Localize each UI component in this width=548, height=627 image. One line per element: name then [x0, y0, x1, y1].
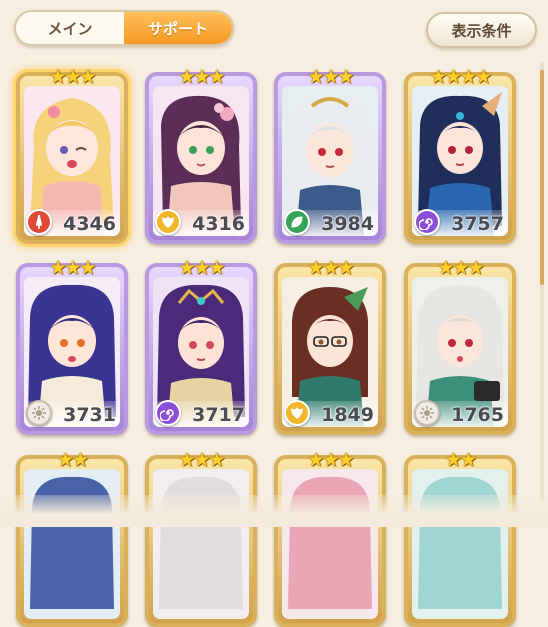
fire-sword-icon — [26, 209, 52, 235]
rarity-stars: ★★★ — [437, 257, 484, 279]
character-card[interactable]: ★★ — [16, 450, 128, 627]
card-stat-bar: 3717 — [153, 400, 249, 427]
character-portrait — [282, 469, 378, 619]
scrollbar-thumb[interactable] — [540, 70, 544, 285]
rarity-stars: ★★★ — [307, 66, 354, 88]
character-card[interactable]: ★★★ 1849 — [274, 258, 386, 435]
character-card[interactable]: ★★★ 3731 — [16, 258, 128, 435]
card-stat-bar: 4346 — [24, 209, 120, 236]
rarity-stars: ★★ — [444, 449, 477, 471]
sun-icon — [414, 400, 440, 426]
power-value: 3984 — [321, 213, 374, 235]
character-card[interactable]: ★★★ 3717 — [145, 258, 257, 435]
tab-support[interactable]: サポート — [124, 12, 232, 44]
power-value: 3757 — [451, 213, 504, 235]
top-bar: メイン サポート 表示条件 — [0, 0, 548, 60]
sun-icon — [26, 400, 52, 426]
character-card[interactable]: ★★★★ 3757 — [404, 67, 516, 244]
character-card[interactable]: ★★★ 4346 — [16, 67, 128, 244]
leaf-icon — [284, 209, 310, 235]
rarity-stars: ★★★ — [178, 66, 225, 88]
character-card[interactable]: ★★★ 4316 — [145, 67, 257, 244]
bottom-fade — [0, 495, 548, 527]
power-value: 3731 — [63, 404, 116, 426]
power-value: 1849 — [321, 404, 374, 426]
card-stat-bar: 1849 — [282, 400, 378, 427]
rarity-stars: ★★★ — [49, 257, 96, 279]
character-card[interactable]: ★★ — [404, 450, 516, 627]
power-value: 4316 — [192, 213, 245, 235]
tab-main[interactable]: メイン — [16, 12, 124, 44]
card-stat-bar: 1765 — [412, 400, 508, 427]
character-card[interactable]: ★★★ 1765 — [404, 258, 516, 435]
rarity-stars: ★★★ — [178, 449, 225, 471]
card-stat-bar: 3731 — [24, 400, 120, 427]
power-value: 3717 — [192, 404, 245, 426]
rarity-stars: ★★★ — [307, 449, 354, 471]
rarity-stars: ★★★ — [307, 257, 354, 279]
wing-icon — [284, 400, 310, 426]
rarity-stars: ★★★★ — [429, 66, 492, 88]
rarity-stars: ★★ — [56, 449, 89, 471]
character-portrait — [153, 469, 249, 619]
card-stat-bar: 3757 — [412, 209, 508, 236]
display-filter-button[interactable]: 表示条件 — [426, 12, 537, 48]
swirl-icon — [414, 209, 440, 235]
character-card[interactable]: ★★★ 3984 — [274, 67, 386, 244]
swirl-icon — [155, 400, 181, 426]
character-portrait — [24, 469, 120, 619]
power-value: 1765 — [451, 404, 504, 426]
card-stat-bar: 3984 — [282, 209, 378, 236]
card-stat-bar: 4316 — [153, 209, 249, 236]
rarity-stars: ★★★ — [178, 257, 225, 279]
rarity-stars: ★★★ — [49, 66, 96, 88]
tab-switcher: メイン サポート — [14, 10, 234, 46]
power-value: 4346 — [63, 213, 116, 235]
character-card[interactable]: ★★★ — [274, 450, 386, 627]
character-card[interactable]: ★★★ — [145, 450, 257, 627]
character-portrait — [412, 469, 508, 619]
wing-icon — [155, 209, 181, 235]
